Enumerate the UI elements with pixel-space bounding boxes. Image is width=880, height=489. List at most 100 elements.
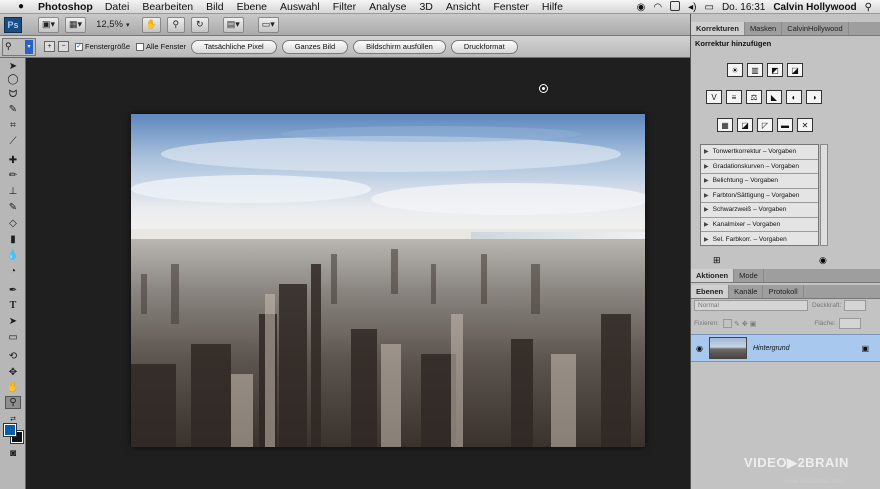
layer-row-background[interactable]: ◉ Hintergrund ▣ <box>691 334 880 362</box>
preset-dropdown-icon[interactable]: ▾ <box>25 39 33 54</box>
fit-window-checkbox[interactable]: ✓ Fenstergröße <box>75 42 130 51</box>
fill-screen-button[interactable]: Bildschirm ausfüllen <box>353 39 446 54</box>
menubar-clock[interactable]: Do. 16:31 <box>722 2 765 13</box>
dodge-tool-icon[interactable]: ◔ <box>5 265 21 278</box>
preset-item[interactable]: ▶ Sel. Farbkorr. – Vorgaben <box>701 232 818 247</box>
menubar-user[interactable]: Calvin Hollywood <box>773 2 856 13</box>
shape-tool-icon[interactable]: ▭ <box>5 331 21 344</box>
menu-ebene[interactable]: Ebene <box>237 1 267 13</box>
brightness-contrast-icon[interactable]: ☀ <box>727 63 743 77</box>
levels-icon[interactable]: ▥ <box>747 63 763 77</box>
battery-icon[interactable]: ▭ <box>705 2 714 13</box>
preset-item[interactable]: ▶ Belichtung – Vorgaben <box>701 174 818 189</box>
menu-3d[interactable]: 3D <box>419 1 432 13</box>
preset-item[interactable]: ▶ Schwarzweiß – Vorgaben <box>701 203 818 218</box>
menu-bild[interactable]: Bild <box>206 1 224 13</box>
pen-tool-icon[interactable]: ✒ <box>5 284 21 297</box>
hand-tool-icon[interactable]: ✋ <box>5 381 21 394</box>
crop-tool-icon[interactable]: ⌗ <box>5 119 21 132</box>
curves-icon[interactable]: ◩ <box>767 63 783 77</box>
display-icon[interactable] <box>670 0 681 14</box>
color-balance-icon[interactable]: ⚖ <box>746 90 762 104</box>
menu-datei[interactable]: Datei <box>105 1 130 13</box>
zoom-out-icon[interactable]: − <box>58 41 69 52</box>
menu-analyse[interactable]: Analyse <box>369 1 406 13</box>
print-size-button[interactable]: Druckformat <box>450 39 518 54</box>
zoom-dropdown-icon[interactable]: ▾ <box>126 21 130 29</box>
presets-scrollbar[interactable] <box>820 144 828 246</box>
clip-to-layer-icon[interactable]: ⊞ <box>713 255 721 266</box>
zoom-tool-button[interactable]: ⚲ <box>166 16 185 33</box>
type-tool-icon[interactable]: T <box>5 299 21 312</box>
fit-screen-button[interactable]: Ganzes Bild <box>281 39 349 54</box>
clone-stamp-tool-icon[interactable]: ⊥ <box>5 185 21 198</box>
layer-name[interactable]: Hintergrund <box>753 345 790 352</box>
status-icon[interactable]: ◉ <box>637 2 646 13</box>
posterize-icon[interactable]: ◪ <box>737 118 753 132</box>
visibility-icon[interactable]: ◉ <box>819 255 827 266</box>
threshold-icon[interactable]: ◸ <box>757 118 773 132</box>
hand-tool-button[interactable]: ✋ <box>141 16 161 33</box>
tab-calvinhollywood[interactable]: CalvinHollywood <box>782 22 849 35</box>
channel-mixer-icon[interactable]: ◑ <box>806 90 822 104</box>
tab-masken[interactable]: Masken <box>745 22 783 35</box>
quick-mask-icon[interactable]: ◙ <box>5 447 21 460</box>
tab-ebenen[interactable]: Ebenen <box>691 285 730 298</box>
preset-item[interactable]: ▶ Gradationskurven – Vorgaben <box>701 160 818 174</box>
zoom-in-icon[interactable]: + <box>44 41 55 52</box>
menu-bearbeiten[interactable]: Bearbeiten <box>142 1 193 13</box>
eye-icon[interactable]: ◉ <box>696 344 703 353</box>
bridge-button[interactable]: ▣▾ <box>38 16 60 33</box>
spotlight-icon[interactable]: ⚲ <box>865 2 872 13</box>
blur-tool-icon[interactable]: 💧 <box>5 249 21 262</box>
lock-position-icon[interactable]: ✥ <box>742 320 748 328</box>
selective-color-icon[interactable]: ✕ <box>797 118 813 132</box>
gradient-map-icon[interactable]: ▬ <box>777 118 793 132</box>
quick-selection-tool-icon[interactable]: ✎ <box>5 103 21 116</box>
arrange-documents-button[interactable]: ▤▾ <box>222 16 244 33</box>
zoom-level[interactable]: 12,5% <box>96 19 123 30</box>
3d-orbit-tool-icon[interactable]: ✥ <box>5 366 21 379</box>
menu-filter[interactable]: Filter <box>333 1 356 13</box>
fill-input[interactable] <box>838 318 861 329</box>
foreground-color-swatch[interactable] <box>3 423 17 437</box>
tab-protokoll[interactable]: Protokoll <box>763 285 804 298</box>
all-windows-checkbox[interactable]: Alle Fenster <box>136 42 186 51</box>
view-extras-button[interactable]: ▦▾ <box>65 16 87 33</box>
move-tool-icon[interactable]: ➤ <box>5 60 21 73</box>
screen-mode-button[interactable]: ▭▾ <box>257 16 279 33</box>
canvas-area[interactable] <box>27 59 690 489</box>
volume-icon[interactable]: ◂) <box>688 2 696 13</box>
menu-fenster[interactable]: Fenster <box>493 1 529 13</box>
menu-hilfe[interactable]: Hilfe <box>542 1 563 13</box>
rotate-view-button[interactable]: ↻ <box>190 16 209 33</box>
app-menu[interactable]: Photoshop <box>38 1 93 13</box>
3d-rotate-tool-icon[interactable]: ⟲ <box>5 350 21 363</box>
path-selection-tool-icon[interactable]: ➤ <box>5 315 21 328</box>
menu-auswahl[interactable]: Auswahl <box>280 1 320 13</box>
gradient-tool-icon[interactable]: ▮ <box>5 233 21 246</box>
menu-ansicht[interactable]: Ansicht <box>446 1 480 13</box>
tab-kanaele[interactable]: Kanäle <box>729 285 764 298</box>
marquee-tool-icon[interactable]: ◯ <box>5 73 21 86</box>
apple-menu-icon[interactable]: ● <box>14 1 28 12</box>
preset-item[interactable]: ▶ Tonwertkorrektur – Vorgaben <box>701 145 818 160</box>
lasso-tool-icon[interactable]: ᗢ <box>5 88 21 101</box>
document-image[interactable] <box>131 114 645 447</box>
lock-pixels-icon[interactable]: ✎ <box>734 320 740 328</box>
blend-mode-select[interactable]: Normal <box>694 300 808 311</box>
vibrance-icon[interactable]: V <box>706 90 722 104</box>
tab-aktionen[interactable]: Aktionen <box>691 269 735 282</box>
eraser-tool-icon[interactable]: ◇ <box>5 217 21 230</box>
opacity-input[interactable] <box>844 300 867 311</box>
preset-item[interactable]: ▶ Kanalmixer – Vorgaben <box>701 218 818 232</box>
actual-pixels-button[interactable]: Tatsächliche Pixel <box>191 39 277 54</box>
preset-item[interactable]: ▶ Farbton/Sättigung – Vorgaben <box>701 189 818 203</box>
wifi-icon[interactable]: ◠ <box>653 2 662 13</box>
lock-all-icon[interactable]: ▣ <box>750 320 757 328</box>
healing-brush-tool-icon[interactable]: ✚ <box>5 154 21 167</box>
tab-korrekturen[interactable]: Korrekturen <box>691 22 745 35</box>
eyedropper-tool-icon[interactable]: ⟋ <box>5 135 21 148</box>
invert-icon[interactable]: ▦ <box>717 118 733 132</box>
black-white-icon[interactable]: ◣ <box>766 90 782 104</box>
